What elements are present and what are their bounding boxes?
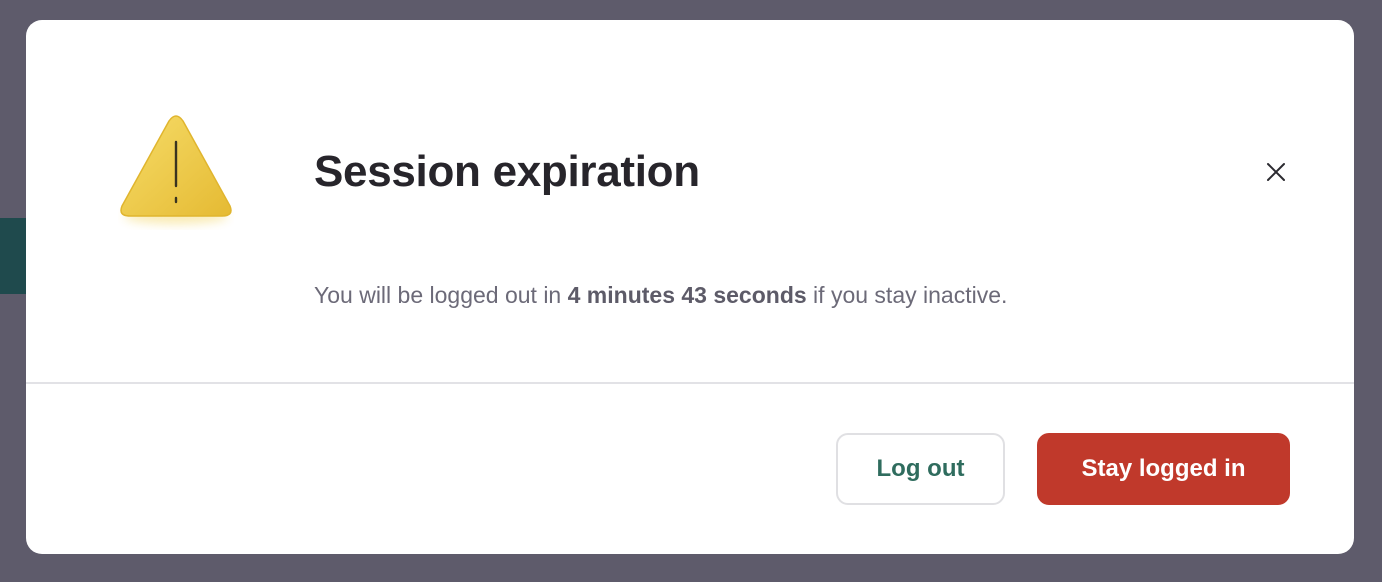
close-icon (1267, 163, 1285, 181)
warning-triangle-icon (120, 115, 232, 224)
message-prefix: You will be logged out in (314, 282, 568, 308)
dialog-message: You will be logged out in 4 minutes 43 s… (314, 282, 1007, 309)
log-out-button[interactable]: Log out (836, 433, 1005, 505)
message-suffix: if you stay inactive. (806, 282, 1008, 308)
close-button[interactable] (1260, 156, 1292, 188)
countdown-time: 4 minutes 43 seconds (567, 282, 807, 308)
background-panel (0, 218, 26, 294)
session-expiration-dialog: Session expiration You will be logged ou… (26, 20, 1354, 554)
stay-logged-in-button[interactable]: Stay logged in (1037, 433, 1290, 505)
footer-divider (26, 382, 1354, 384)
dialog-title: Session expiration (314, 147, 700, 196)
